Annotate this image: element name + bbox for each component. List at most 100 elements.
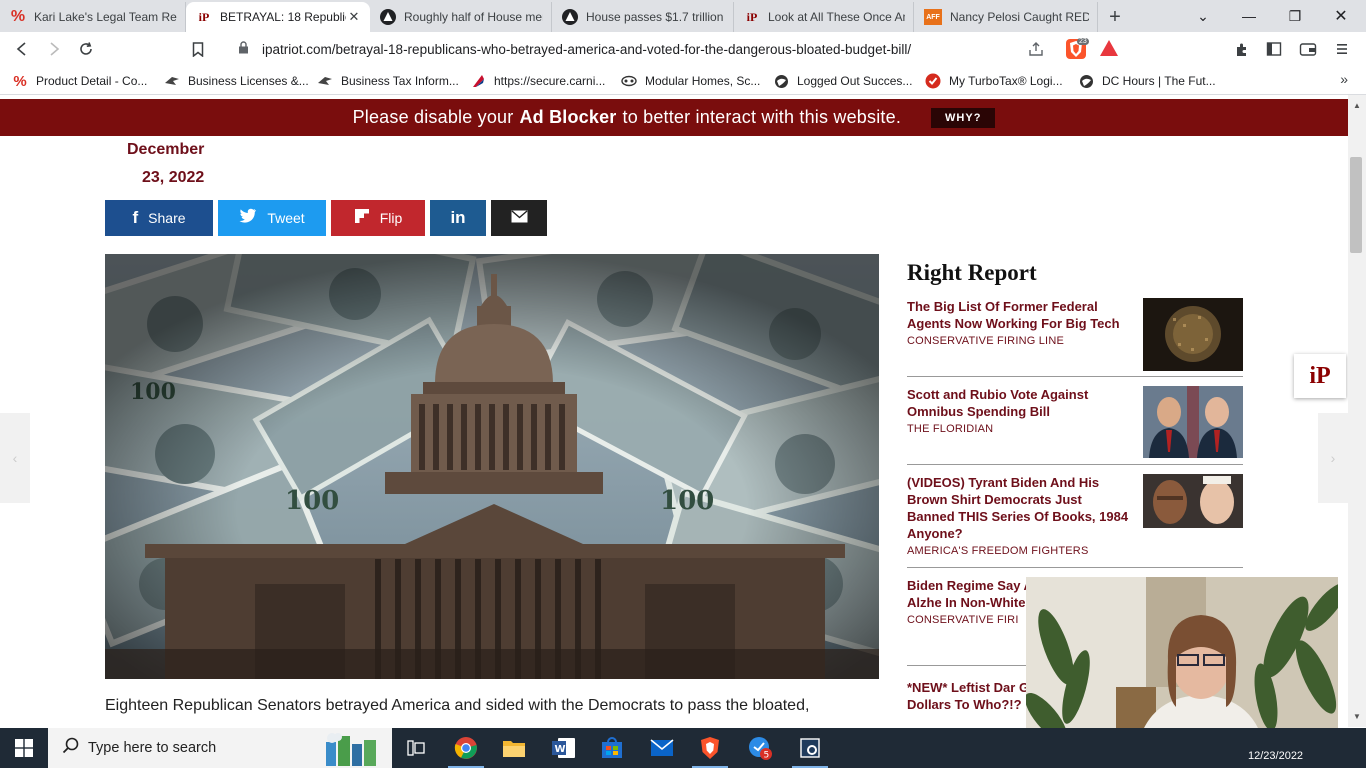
reload-icon xyxy=(80,42,92,55)
bookmark-carnival[interactable]: https://secure.carni... xyxy=(470,72,605,90)
snip-icon xyxy=(800,738,820,758)
bookmark-business-licenses[interactable]: Business Licenses &... xyxy=(164,72,309,90)
page-scrollbar[interactable]: ▲ ▼ xyxy=(1348,95,1366,727)
url-text: ipatriot.com/betrayal-18-republicans-who… xyxy=(262,41,912,57)
right-report-item[interactable]: Scott and Rubio Vote Against Omnibus Spe… xyxy=(907,386,1243,458)
tab-title: Nancy Pelosi Caught RED-H xyxy=(950,10,1089,24)
flipboard-share-button[interactable]: Flip xyxy=(331,200,425,236)
snip-app[interactable] xyxy=(786,728,834,768)
brave-rewards-icon[interactable] xyxy=(1100,40,1118,56)
bookmark-logged-out[interactable]: Logged Out Succes... xyxy=(773,72,912,90)
extensions-icon[interactable] xyxy=(1232,39,1252,59)
tab-pelosi[interactable]: AFF Nancy Pelosi Caught RED-H xyxy=(914,2,1098,32)
banner-text: to better interact with this website. xyxy=(622,107,902,127)
forward-arrow-icon xyxy=(50,42,60,56)
right-report-item[interactable]: (VIDEOS) Tyrant Biden And His Brown Shir… xyxy=(907,474,1243,557)
linkedin-icon: in xyxy=(450,208,466,227)
chrome-icon xyxy=(454,737,477,759)
taskbar-date[interactable]: 12/23/2022 xyxy=(1248,750,1303,762)
ad-blocker-banner: Please disable your Ad Blocker to better… xyxy=(0,99,1348,136)
mask-icon xyxy=(621,73,637,89)
bookmark-dc-hours[interactable]: DC Hours | The Fut... xyxy=(1078,72,1216,90)
webcam-overlay xyxy=(1026,577,1338,753)
city-weather-icon[interactable] xyxy=(316,732,392,770)
scroll-thumb[interactable] xyxy=(1350,157,1362,253)
bookmark-label: Product Detail - Co... xyxy=(36,74,148,88)
mail-app[interactable] xyxy=(638,728,686,768)
why-button[interactable]: WHY? xyxy=(931,107,996,128)
tab-betrayal[interactable]: iP BETRAYAL: 18 Republica ✕ xyxy=(186,2,370,32)
turbotax-icon xyxy=(925,73,941,89)
ipatriot-badge[interactable]: iP xyxy=(1294,354,1346,398)
ipatriot-icon: iP xyxy=(746,9,758,24)
report-headline[interactable]: Scott and Rubio Vote Against Omnibus Spe… xyxy=(907,386,1133,420)
reload-button[interactable] xyxy=(70,34,102,64)
start-button[interactable] xyxy=(0,728,48,768)
scroll-down-icon[interactable]: ▼ xyxy=(1353,712,1361,721)
facebook-share-button[interactable]: f Share xyxy=(105,200,213,236)
tab-kari-lake[interactable]: % Kari Lake's Legal Team Revi xyxy=(0,2,186,32)
close-tab-icon[interactable]: ✕ xyxy=(346,9,362,25)
tab-look-at-all[interactable]: iP Look at All These Once Am xyxy=(734,2,914,32)
word-icon: W xyxy=(552,738,575,758)
restore-button[interactable]: ❐ xyxy=(1272,0,1318,32)
next-article-arrow[interactable]: › xyxy=(1318,413,1348,503)
chat-app[interactable]: 5 xyxy=(736,728,784,768)
search-icon xyxy=(62,737,79,759)
taskbar-search[interactable]: Type here to search xyxy=(48,728,392,768)
close-window-button[interactable]: ✕ xyxy=(1318,0,1364,32)
scroll-up-icon[interactable]: ▲ xyxy=(1353,101,1361,110)
tab-title: BETRAYAL: 18 Republica xyxy=(220,10,346,24)
share-label: Tweet xyxy=(267,210,305,226)
bookmark-label: Business Licenses &... xyxy=(188,74,309,88)
tab-house-members[interactable]: Roughly half of House mem xyxy=(370,2,552,32)
tab-search-icon[interactable]: ⌄ xyxy=(1180,0,1226,32)
back-button[interactable] xyxy=(6,34,38,64)
report-thumbnail[interactable] xyxy=(1143,298,1243,371)
report-source: AMERICA'S FREEDOM FIGHTERS xyxy=(907,545,1089,557)
linkedin-share-button[interactable]: in xyxy=(430,200,486,236)
tab-title: House passes $1.7 trillion o xyxy=(586,10,725,24)
store-app[interactable] xyxy=(588,728,636,768)
bookmark-modular-homes[interactable]: Modular Homes, Sc... xyxy=(621,72,760,90)
ipatriot-icon: iP xyxy=(198,9,210,24)
brave-app[interactable] xyxy=(686,728,734,768)
bookmark-button[interactable] xyxy=(182,34,214,64)
tab-title: Roughly half of House mem xyxy=(404,10,543,24)
bookmark-turbotax[interactable]: My TurboTax® Logi... xyxy=(925,72,1063,90)
share-buttons: f Share Tweet Flip in xyxy=(105,200,547,236)
share-label: Flip xyxy=(379,210,403,226)
new-tab-button[interactable]: + xyxy=(1098,2,1132,32)
banner-bold-text: Ad Blocker xyxy=(519,107,617,127)
tab-house-passes[interactable]: House passes $1.7 trillion o xyxy=(552,2,734,32)
chrome-app[interactable] xyxy=(442,728,490,768)
share-page-icon[interactable] xyxy=(1026,39,1046,59)
percent-icon: % xyxy=(10,8,26,25)
wallet-icon[interactable] xyxy=(1298,39,1318,59)
address-bar[interactable]: ipatriot.com/betrayal-18-republicans-who… xyxy=(238,35,1130,63)
report-thumbnail[interactable] xyxy=(1143,386,1243,458)
file-explorer-app[interactable] xyxy=(490,728,538,768)
triangle-circle-icon xyxy=(562,9,578,25)
task-view-button[interactable] xyxy=(392,728,440,768)
report-divider xyxy=(907,376,1243,377)
right-report-item[interactable]: The Big List Of Former Federal Agents No… xyxy=(907,298,1243,371)
forward-button[interactable] xyxy=(38,34,70,64)
email-share-button[interactable] xyxy=(491,200,547,236)
bookmark-product-detail[interactable]: % Product Detail - Co... xyxy=(12,72,147,90)
search-placeholder: Type here to search xyxy=(88,740,217,756)
facebook-icon: f xyxy=(132,208,139,227)
word-app[interactable]: W xyxy=(540,728,588,768)
minimize-button[interactable]: — xyxy=(1226,0,1272,32)
report-headline[interactable]: The Big List Of Former Federal Agents No… xyxy=(907,298,1133,332)
prev-article-arrow[interactable]: ‹ xyxy=(0,413,30,503)
twitter-share-button[interactable]: Tweet xyxy=(218,200,326,236)
report-headline[interactable]: (VIDEOS) Tyrant Biden And His Brown Shir… xyxy=(907,474,1133,542)
sidebar-icon[interactable] xyxy=(1264,39,1284,59)
report-thumbnail[interactable] xyxy=(1143,474,1243,528)
bookmark-business-tax[interactable]: Business Tax Inform... xyxy=(317,72,459,90)
menu-icon[interactable] xyxy=(1332,39,1352,59)
browser-toolbar: ipatriot.com/betrayal-18-republicans-who… xyxy=(0,32,1366,66)
more-bookmarks-icon[interactable]: » xyxy=(1340,71,1348,87)
report-divider xyxy=(907,464,1243,465)
